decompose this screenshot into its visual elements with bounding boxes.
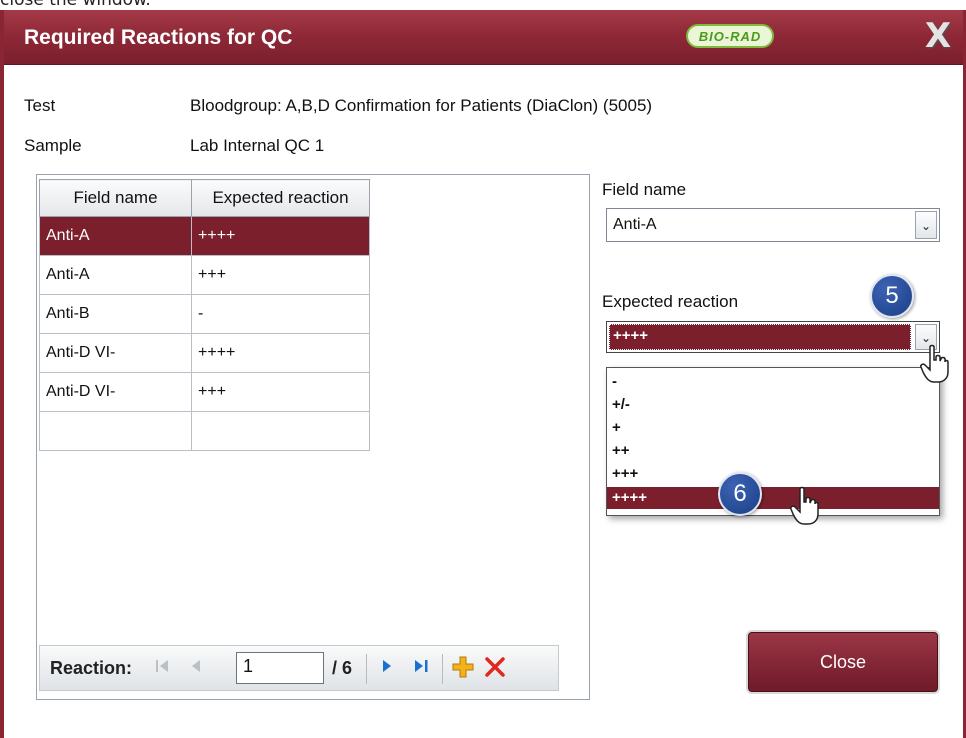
hand-cursor-icon bbox=[920, 344, 949, 383]
navigator-label: Reaction: bbox=[50, 658, 133, 678]
cell-field-name[interactable]: Anti-A bbox=[39, 216, 192, 256]
field-name-select[interactable]: Anti-A ⌄ bbox=[606, 208, 940, 242]
dropdown-option[interactable]: - bbox=[607, 371, 939, 393]
window-title: Required Reactions for QC bbox=[24, 26, 293, 49]
cell-field-name[interactable]: Anti-B bbox=[39, 294, 192, 334]
step-6-badge: 6 bbox=[718, 472, 762, 516]
close-window-icon[interactable]: X bbox=[920, 18, 956, 54]
field-name-label: Field name bbox=[602, 180, 687, 199]
dropdown-option-selected[interactable]: ++++ bbox=[607, 487, 939, 509]
previous-record-icon[interactable] bbox=[184, 655, 210, 681]
table-row[interactable]: Anti-D VI- ++++ bbox=[39, 333, 370, 373]
cell-field-name[interactable]: Anti-D VI- bbox=[39, 333, 192, 373]
column-header-expected-reaction[interactable]: Expected reaction bbox=[191, 179, 370, 217]
close-button[interactable]: Close bbox=[748, 632, 938, 692]
cell-expected-reaction[interactable]: +++ bbox=[191, 372, 370, 412]
first-record-icon[interactable] bbox=[150, 655, 176, 681]
cell-field-name[interactable]: Anti-D VI- bbox=[39, 372, 192, 412]
expected-reaction-label: Expected reaction bbox=[602, 292, 739, 311]
expected-reaction-value: ++++ bbox=[613, 327, 649, 344]
cell-expected-reaction[interactable] bbox=[191, 411, 370, 451]
delete-record-icon[interactable] bbox=[482, 655, 508, 681]
field-name-value: Anti-A bbox=[613, 216, 657, 233]
navigator-separator bbox=[442, 654, 443, 684]
add-record-icon[interactable] bbox=[450, 655, 476, 681]
navigator-separator bbox=[366, 654, 367, 684]
test-label: Test bbox=[24, 96, 56, 115]
record-navigator: Reaction: 1 / 6 bbox=[39, 645, 559, 691]
cell-field-name[interactable]: Anti-A bbox=[39, 255, 192, 295]
qc-reactions-dialog: Required Reactions for QC BIO-RAD X Test… bbox=[0, 10, 966, 738]
next-record-icon[interactable] bbox=[374, 655, 400, 681]
reactions-grid: Field name Expected reaction Anti-A ++++… bbox=[39, 179, 370, 451]
last-record-icon[interactable] bbox=[408, 655, 434, 681]
total-records: / 6 bbox=[332, 658, 353, 678]
test-value: Bloodgroup: A,B,D Confirmation for Patie… bbox=[190, 96, 653, 115]
selected-highlight bbox=[609, 324, 911, 350]
table-row[interactable]: Anti-B - bbox=[39, 294, 370, 334]
chevron-down-icon[interactable]: ⌄ bbox=[915, 211, 937, 239]
instruction-caption: close the window. bbox=[0, 0, 151, 10]
dropdown-option[interactable]: +/- bbox=[607, 394, 939, 416]
title-bar: Required Reactions for QC BIO-RAD X bbox=[4, 10, 963, 65]
table-row-new[interactable] bbox=[39, 411, 370, 451]
expected-reaction-select[interactable]: ++++ ⌄ bbox=[606, 321, 940, 353]
sample-value: Lab Internal QC 1 bbox=[190, 136, 325, 155]
cell-expected-reaction[interactable]: +++ bbox=[191, 255, 370, 295]
table-row[interactable]: Anti-A +++ bbox=[39, 255, 370, 295]
table-row[interactable]: Anti-A ++++ bbox=[39, 216, 370, 256]
dropdown-option[interactable]: + bbox=[607, 417, 939, 439]
sample-label: Sample bbox=[24, 136, 82, 155]
cell-expected-reaction[interactable]: - bbox=[191, 294, 370, 334]
cell-field-name[interactable] bbox=[39, 411, 192, 451]
step-5-badge: 5 bbox=[870, 274, 914, 318]
biorad-logo: BIO-RAD bbox=[686, 24, 774, 48]
table-row[interactable]: Anti-D VI- +++ bbox=[39, 372, 370, 412]
dropdown-option[interactable]: +++ bbox=[607, 463, 939, 485]
expected-reaction-dropdown: - +/- + ++ +++ ++++ bbox=[606, 367, 940, 516]
dropdown-option[interactable]: ++ bbox=[607, 440, 939, 462]
cell-expected-reaction[interactable]: ++++ bbox=[191, 333, 370, 373]
column-header-field-name[interactable]: Field name bbox=[39, 179, 192, 217]
cell-expected-reaction[interactable]: ++++ bbox=[191, 216, 370, 256]
reactions-grid-panel: Field name Expected reaction Anti-A ++++… bbox=[36, 174, 590, 700]
hand-cursor-icon bbox=[790, 486, 819, 525]
current-record-input[interactable]: 1 bbox=[236, 652, 324, 684]
